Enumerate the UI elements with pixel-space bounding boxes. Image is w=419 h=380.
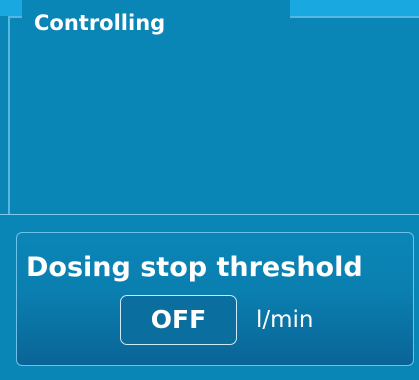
section-title: Controlling <box>34 11 166 35</box>
dosing-stop-threshold-unit: l/min <box>256 307 314 333</box>
header-strip-right <box>290 0 419 16</box>
dosing-stop-threshold-label: Dosing stop threshold <box>26 252 363 283</box>
controlling-screen: Controlling Dosing stop threshold OFF l/… <box>0 0 419 380</box>
controlling-group-frame <box>8 16 419 214</box>
header-strip-left <box>0 0 22 16</box>
dosing-stop-threshold-value-field[interactable]: OFF <box>120 295 237 345</box>
